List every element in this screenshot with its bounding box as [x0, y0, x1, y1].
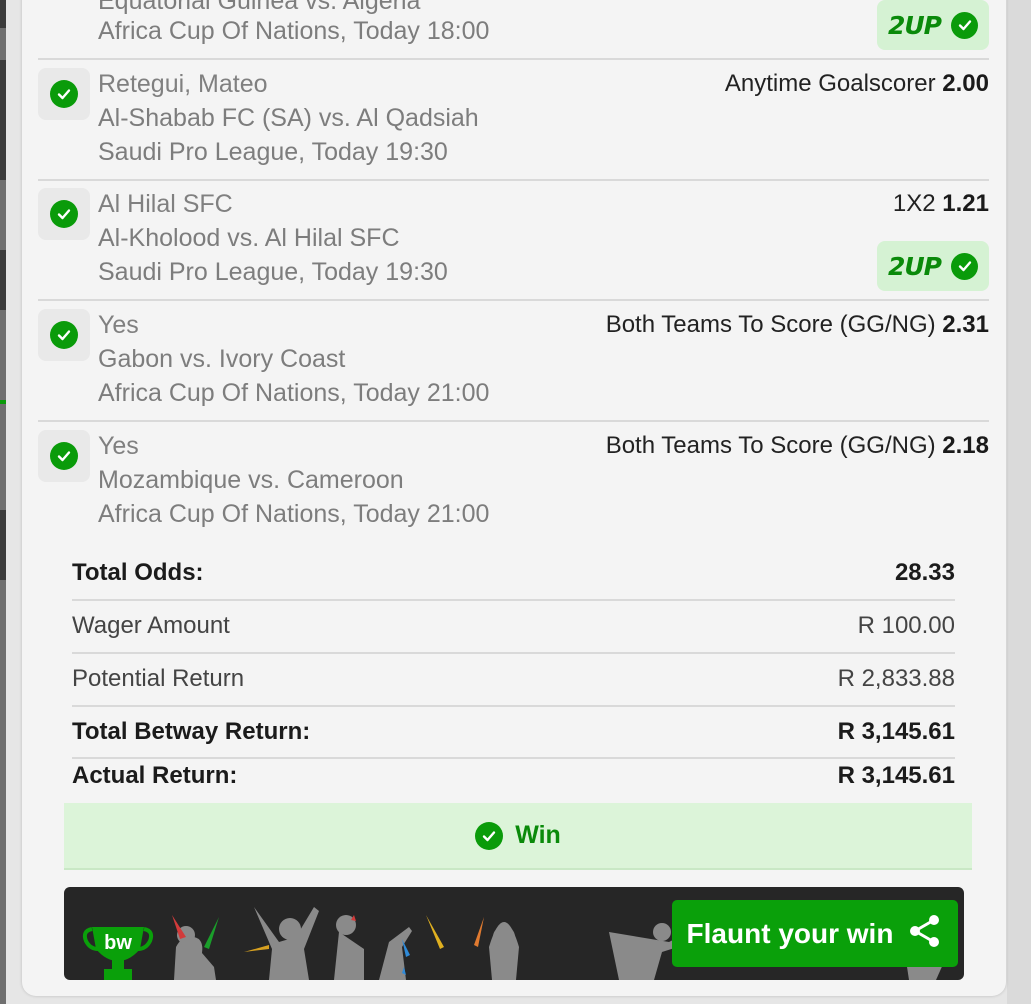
share-icon: [907, 913, 943, 954]
leg-odds: 2.18: [942, 432, 989, 459]
potential-return-value: R 2,833.88: [837, 665, 955, 692]
leg-competition: Africa Cup Of Nations, Today 21:00: [98, 379, 490, 407]
leg-selection: Yes: [98, 311, 139, 339]
betway-return-value: R 3,145.61: [837, 718, 955, 745]
bet-leg-4: Yes Mozambique vs. Cameroon Africa Cup O…: [38, 422, 989, 542]
check-icon: [50, 80, 78, 108]
bet-summary: Total Odds: 28.33 Wager Amount R 100.00 …: [72, 550, 955, 800]
leg-competition: Africa Cup Of Nations, Today 18:00: [98, 17, 490, 45]
leg-market: Anytime Goalscorer 2.00: [725, 69, 989, 99]
check-icon: [50, 442, 78, 470]
check-icon: [951, 252, 979, 280]
bet-leg-0: Equatorial Guinea vs. Algeria Africa Cup…: [38, 0, 989, 60]
two-up-badge: 2UP: [877, 241, 989, 291]
leg-selection: Yes: [98, 432, 139, 460]
result-label: Win: [515, 821, 561, 849]
check-icon: [475, 821, 504, 850]
flaunt-your-win-button[interactable]: Flaunt your win: [672, 900, 958, 967]
flaunt-banner[interactable]: bw Flaunt your win: [64, 887, 964, 980]
bet-leg-1: Retegui, Mateo Al-Shabab FC (SA) vs. Al …: [38, 60, 989, 181]
actual-return-row: Actual Return: R 3,145.61: [72, 759, 955, 793]
flaunt-label: Flaunt your win: [686, 917, 894, 949]
leg-teams: Al-Shabab FC (SA) vs. Al Qadsiah: [98, 104, 479, 132]
bet-details-card: Equatorial Guinea vs. Algeria Africa Cup…: [22, 0, 1006, 996]
check-icon: [50, 200, 78, 228]
bet-leg-2: Al Hilal SFC Al-Kholood vs. Al Hilal SFC…: [38, 181, 989, 301]
betway-return-label: Total Betway Return:: [72, 718, 311, 745]
summary-divider: [72, 652, 955, 654]
leg-selection: Al Hilal SFC: [98, 190, 233, 218]
wager-value: R 100.00: [857, 612, 955, 639]
background-page-edge: [0, 0, 6, 1004]
two-up-badge: 2UP: [877, 0, 989, 50]
leg-odds: 2.31: [942, 311, 989, 338]
potential-return-label: Potential Return: [72, 665, 245, 692]
wager-row: Wager Amount R 100.00: [72, 609, 955, 643]
leg-teams: Equatorial Guinea vs. Algeria: [98, 0, 421, 15]
check-icon: [951, 11, 979, 39]
banner-logo-text: bw: [104, 932, 132, 954]
leg-selection: Retegui, Mateo: [98, 70, 268, 98]
leg-market: Both Teams To Score (GG/NG) 2.18: [606, 431, 989, 461]
total-odds-row: Total Odds: 28.33: [72, 556, 955, 590]
leg-market: Both Teams To Score (GG/NG) 2.31: [606, 310, 989, 340]
summary-divider: [72, 705, 955, 707]
check-icon: [50, 321, 78, 349]
actual-return-label: Actual Return:: [72, 762, 238, 789]
betway-return-row: Total Betway Return: R 3,145.61: [72, 715, 955, 749]
leg-market: 1X2 1.21: [893, 189, 989, 219]
leg-won-indicator: [38, 309, 90, 361]
bet-leg-3: Yes Gabon vs. Ivory Coast Africa Cup Of …: [38, 301, 989, 422]
actual-return-value: R 3,145.61: [837, 762, 955, 789]
two-up-label: 2UP: [887, 251, 942, 281]
leg-teams: Mozambique vs. Cameroon: [98, 466, 404, 494]
leg-won-indicator: [38, 430, 90, 482]
leg-teams: Al-Kholood vs. Al Hilal SFC: [98, 224, 400, 252]
leg-market-name: Both Teams To Score (GG/NG): [605, 432, 936, 459]
leg-competition: Saudi Pro League, Today 19:30: [98, 258, 448, 286]
total-odds-label: Total Odds:: [72, 559, 204, 586]
bet-result-status: Win: [64, 803, 972, 870]
leg-competition: Africa Cup Of Nations, Today 21:00: [98, 500, 490, 528]
background-scroll-area: [1007, 0, 1031, 1004]
summary-divider: [72, 599, 955, 601]
leg-teams: Gabon vs. Ivory Coast: [98, 345, 346, 373]
leg-won-indicator: [38, 188, 90, 240]
potential-return-row: Potential Return R 2,833.88: [72, 662, 955, 696]
leg-won-indicator: [38, 68, 90, 120]
leg-competition: Saudi Pro League, Today 19:30: [98, 138, 448, 166]
leg-market-name: 1X2: [892, 190, 936, 217]
total-odds-value: 28.33: [894, 559, 955, 586]
leg-odds: 1.21: [942, 190, 989, 217]
leg-odds: 2.00: [942, 70, 989, 97]
two-up-label: 2UP: [887, 10, 942, 40]
wager-label: Wager Amount: [72, 612, 230, 639]
leg-market-name: Anytime Goalscorer: [724, 70, 936, 97]
leg-market-name: Both Teams To Score (GG/NG): [605, 311, 936, 338]
